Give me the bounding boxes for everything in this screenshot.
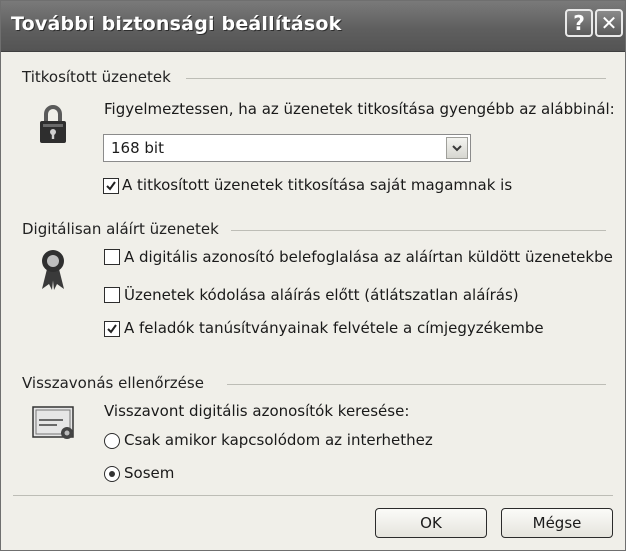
revocation-online-radio[interactable] (104, 433, 120, 449)
checkmark-icon (107, 324, 117, 334)
help-button[interactable]: ? (565, 9, 593, 37)
encryption-warning-text: Figyelmeztessen, ha az üzenetek titkosít… (104, 100, 615, 118)
checkmark-icon (106, 181, 116, 191)
close-button[interactable]: ✕ (595, 9, 623, 37)
include-id-label: A digitális azonosító belefoglalása az a… (124, 248, 613, 266)
cancel-button[interactable]: Mégse (501, 508, 613, 538)
encode-before-sign-label: Üzenetek kódolása aláírás előtt (átlátsz… (124, 286, 519, 304)
encode-before-sign-checkbox[interactable] (104, 287, 120, 303)
certificate-ribbon-icon (42, 250, 64, 290)
section-divider (231, 230, 606, 231)
add-sender-certs-checkbox[interactable] (104, 321, 120, 337)
section-encrypted-messages: Titkosított üzenetek (22, 68, 171, 86)
encrypt-self-checkbox[interactable] (103, 178, 119, 194)
revoked-search-text: Visszavont digitális azonosítók keresése… (104, 402, 410, 420)
title-bar[interactable]: További biztonsági beállítások ? ✕ (1, 1, 625, 52)
encryption-strength-value: 168 bit (111, 139, 164, 157)
encrypt-self-label: A titkosított üzenetek titkosítása saját… (122, 176, 513, 194)
section-divider (186, 78, 606, 79)
section-divider (227, 384, 606, 385)
chevron-down-icon[interactable] (446, 137, 468, 159)
certificate-document-icon (32, 406, 74, 439)
revocation-never-label: Sosem (124, 464, 175, 482)
section-revocation: Visszavonás ellenőrzése (22, 374, 204, 392)
add-sender-certs-label: A feladók tanúsítványainak felvétele a c… (124, 319, 544, 337)
dialog-title: További biztonsági beállítások (11, 13, 342, 35)
security-settings-dialog: További biztonsági beállítások ? ✕ Titko… (0, 0, 626, 551)
section-signed-messages: Digitálisan aláírt üzenetek (22, 220, 219, 238)
revocation-online-label: Csak amikor kapcsolódom az interhethez (124, 431, 433, 449)
encryption-strength-select[interactable]: 168 bit (103, 134, 471, 162)
ok-button[interactable]: OK (375, 508, 487, 538)
include-id-checkbox[interactable] (104, 249, 120, 265)
button-divider (13, 495, 613, 496)
lock-icon (40, 105, 66, 143)
radio-selected-dot (109, 471, 115, 477)
revocation-never-radio[interactable] (104, 466, 120, 482)
